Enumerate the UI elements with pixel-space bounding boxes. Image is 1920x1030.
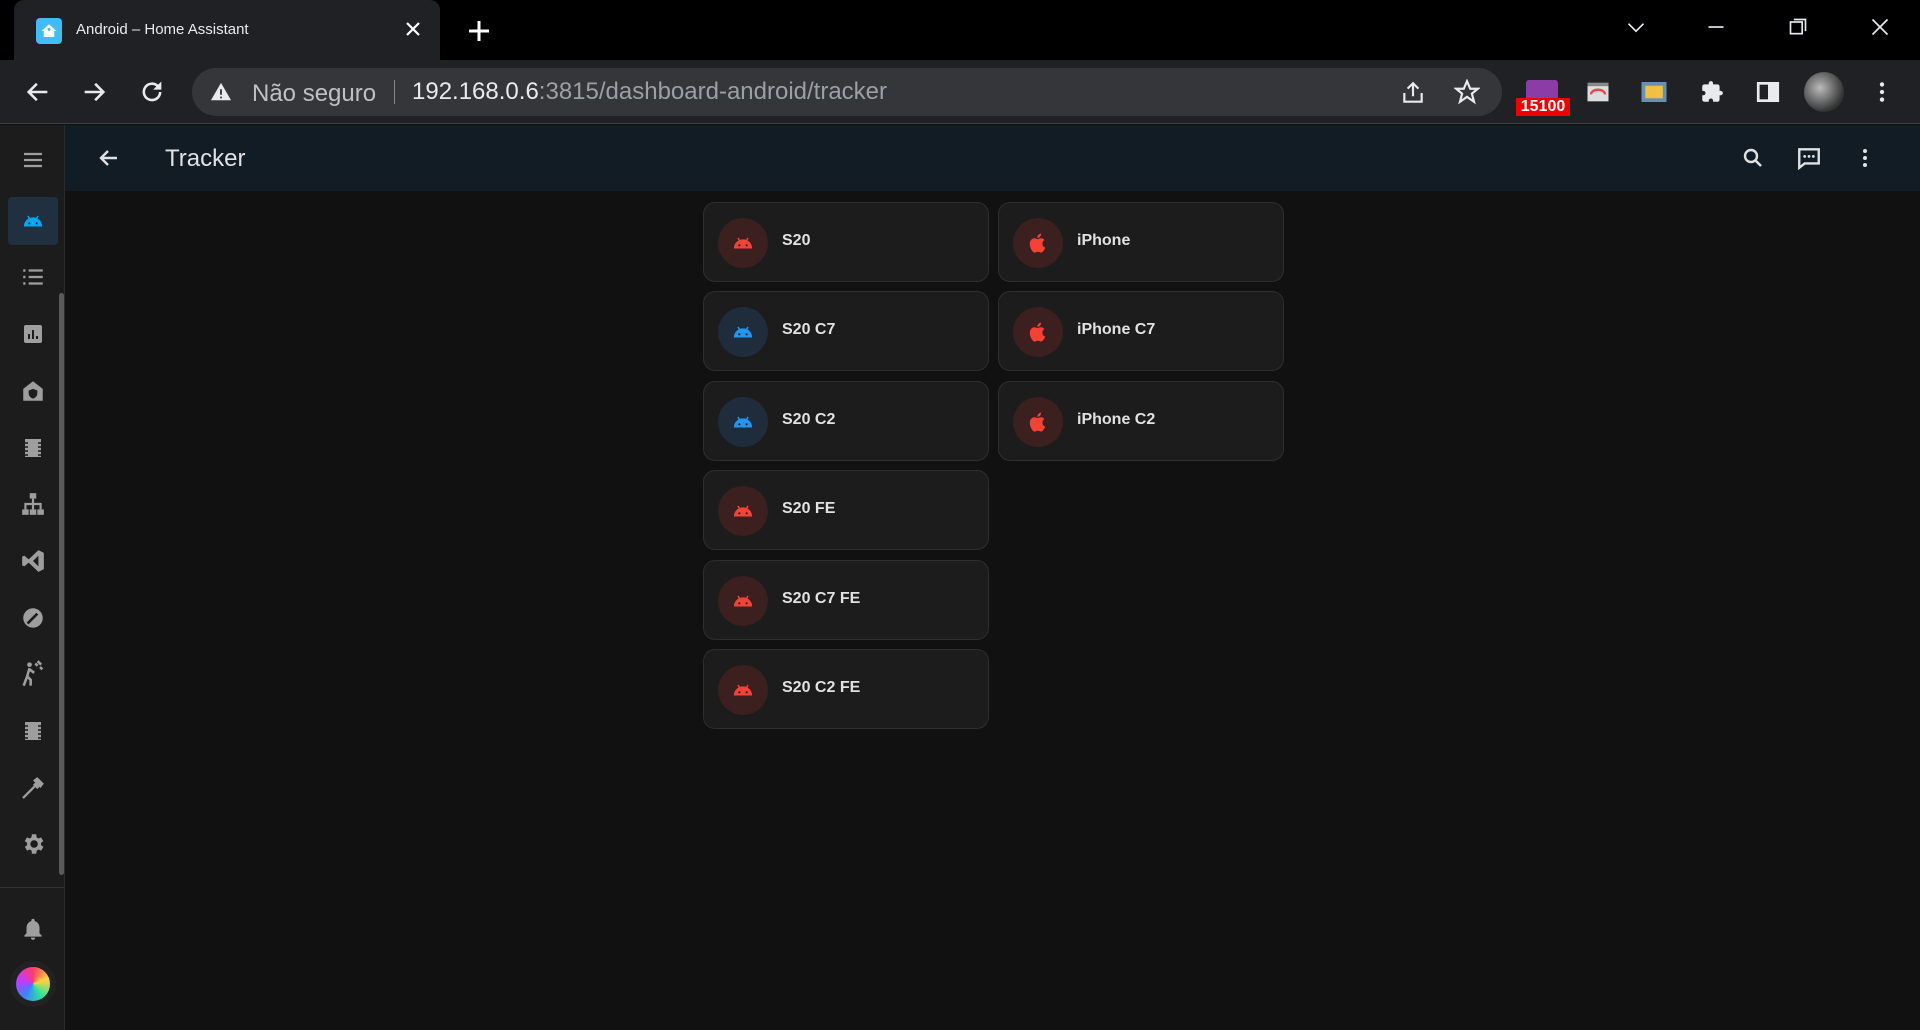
apple-icon [1013,218,1063,268]
browser-tab[interactable]: Android – Home Assistant [14,0,440,60]
android-icon[interactable] [8,197,58,245]
back-arrow-icon[interactable] [20,74,56,110]
extension-badge-top [1526,80,1558,98]
cog-icon[interactable] [8,820,58,868]
apple-icon [1013,397,1063,447]
sidebar-scrollbar[interactable] [59,293,64,875]
home-shield-icon[interactable] [8,367,58,415]
page-title: Tracker [165,145,246,172]
extension-badge-count: 15100 [1516,98,1570,116]
hammer-icon[interactable] [8,764,58,812]
android-icon [718,486,768,536]
vscode-icon[interactable] [8,537,58,585]
new-tab-plus-icon[interactable] [462,14,496,48]
browser-menu-kebab-icon[interactable] [1864,74,1900,110]
device-tracker-card[interactable]: S20 C2 [703,381,989,461]
film-strip-icon[interactable] [8,424,58,472]
url-path: :3815/dashboard-android/tracker [538,78,888,105]
sidebar-divider [0,887,64,888]
window-close-icon[interactable] [1860,10,1900,44]
extension-badge-icon[interactable]: 15100 [1516,80,1570,116]
user-avatar[interactable] [10,961,56,1007]
browser-tabstrip: Android – Home Assistant [0,0,1920,60]
device-name: S20 C2 FE [782,679,861,696]
device-name: iPhone C2 [1077,411,1156,428]
share-icon[interactable] [1400,80,1426,106]
sitemap-icon[interactable] [8,480,58,528]
extensions-puzzle-icon[interactable] [1694,74,1730,110]
android-icon [718,218,768,268]
device-name: iPhone C7 [1077,321,1156,338]
device-name: S20 C7 [782,321,836,338]
device-tracker-card[interactable]: S20 [703,202,989,282]
side-panel-icon[interactable] [1750,74,1786,110]
device-name: S20 C7 FE [782,590,861,607]
profile-avatar[interactable] [1804,72,1844,112]
forward-arrow-icon[interactable] [76,74,112,110]
device-name: S20 [782,232,811,249]
assist-chat-icon[interactable] [1793,142,1825,174]
device-tracker-card[interactable]: iPhone C2 [998,381,1284,461]
extension-screen-icon[interactable] [1636,74,1672,110]
overflow-menu-icon[interactable] [1849,142,1881,174]
chart-box-icon[interactable] [8,310,58,358]
hamburger-menu-icon[interactable] [14,141,52,179]
ha-toolbar: Tracker [65,125,1920,191]
device-name: S20 FE [782,500,836,517]
ha-sidebar [0,125,65,1030]
search-icon[interactable] [1737,142,1769,174]
apple-icon [1013,307,1063,357]
restore-icon[interactable] [1778,10,1818,44]
minimize-icon[interactable] [1696,10,1736,44]
device-tracker-card[interactable]: iPhone C7 [998,291,1284,371]
device-tracker-card[interactable]: S20 C7 [703,291,989,371]
security-status-label[interactable]: Não seguro [252,80,376,108]
back-arrow-icon[interactable] [93,142,125,174]
android-icon [718,307,768,357]
omnibox-separator [394,80,395,104]
android-icon [718,576,768,626]
device-tracker-card[interactable]: S20 C7 FE [703,560,989,640]
device-name: iPhone [1077,232,1131,249]
device-tracker-card[interactable]: S20 FE [703,470,989,550]
tab-close-icon[interactable] [400,16,426,42]
reload-icon[interactable] [134,74,170,110]
home-assistant-favicon-icon [36,18,62,44]
android-icon [718,665,768,715]
notifications-bell-icon[interactable] [8,905,58,953]
warning-triangle-icon[interactable] [210,81,232,103]
bookmark-star-icon[interactable] [1454,79,1480,105]
film-strip-icon[interactable] [8,707,58,755]
speedometer-icon[interactable] [8,594,58,642]
android-icon [718,397,768,447]
url-host: 192.168.0.6 [412,78,539,105]
device-tracker-card[interactable]: S20 C2 FE [703,649,989,729]
device-name: S20 C2 [782,411,836,428]
browser-toolbar: Não seguro 192.168.0.6:3815/dashboard-an… [0,60,1920,124]
device-tracker-card[interactable]: iPhone [998,202,1284,282]
url-text[interactable]: 192.168.0.6:3815/dashboard-android/track… [412,78,887,106]
format-list-icon[interactable] [8,253,58,301]
motion-walk-icon[interactable] [8,650,58,698]
tab-title: Android – Home Assistant [76,21,249,38]
address-bar[interactable]: Não seguro 192.168.0.6:3815/dashboard-an… [192,68,1502,116]
tab-search-chevron-icon[interactable] [1616,10,1656,44]
extension-window-icon[interactable] [1580,74,1616,110]
